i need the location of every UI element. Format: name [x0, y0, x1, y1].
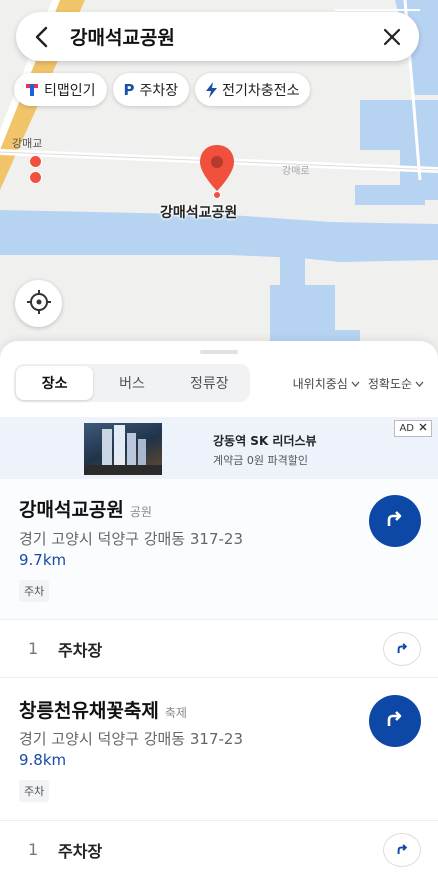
sort-accuracy-dropdown[interactable]: 정확도순 [368, 375, 424, 392]
turn-right-arrow-icon [385, 709, 405, 733]
route-button[interactable] [369, 695, 421, 747]
pin-place-label: 강매석교공원 [160, 205, 238, 221]
search-bar[interactable]: 강매석교공원 [16, 12, 419, 61]
chip-label: 티맵인기 [44, 82, 96, 99]
sort-accuracy-label: 정확도순 [367, 376, 412, 391]
result-distance: 9.7km [19, 551, 67, 569]
sort-distance-dropdown[interactable]: 내위치중심 [293, 375, 360, 392]
sub-result-label: 주차장 [58, 640, 103, 660]
results-sheet: 장소 버스 정류장 내위치중심 정확도순 강동역 SK 리더스뷰 계약금 0원 … [0, 341, 438, 891]
result-title: 창릉천유채꽃축제 [19, 700, 159, 722]
turn-right-arrow-icon [396, 841, 409, 860]
tabs-row: 장소 버스 정류장 내위치중심 정확도순 [14, 363, 424, 403]
result-tag: 주차 [19, 580, 50, 602]
result-item[interactable]: 강매석교공원 공원 경기 고양시 덕양구 강매동 317-23 9.7km 주차 [0, 479, 438, 619]
sub-result-label: 주차장 [58, 841, 103, 861]
close-icon[interactable] [419, 423, 427, 434]
close-icon[interactable] [381, 26, 403, 48]
chip-parking[interactable]: P 주차장 [112, 73, 190, 106]
lightning-icon [206, 81, 218, 98]
sub-result-row[interactable]: 1 주차장 [0, 820, 438, 878]
result-category: 축제 [164, 706, 187, 720]
sub-route-button[interactable] [383, 632, 421, 666]
ad-title: 강동역 SK 리더스뷰 [213, 434, 317, 448]
chip-tmap-popular[interactable]: 티맵인기 [14, 73, 107, 106]
map-road-label: 강매로 [282, 166, 310, 177]
sheet-grabber[interactable] [200, 350, 238, 354]
ad-badge[interactable]: AD [394, 420, 432, 437]
sub-result-number: 1 [28, 639, 39, 658]
tab-stops[interactable]: 정류장 [171, 366, 248, 400]
ad-label: AD [399, 423, 414, 434]
map-place-label: 강매교 [12, 137, 43, 150]
result-address: 경기 고양시 덕양구 강매동 317-23 [19, 530, 244, 548]
tmap-icon [25, 83, 39, 97]
crosshair-icon [26, 289, 52, 319]
route-button[interactable] [369, 495, 421, 547]
map-view[interactable]: 강매교 강매로 강매석교공원 강매석교공원 티맵인기 P 주차장 전기차충전소 [0, 0, 438, 360]
sub-result-row[interactable]: 1 주차장 [0, 619, 438, 677]
current-location-button[interactable] [15, 280, 62, 327]
ad-subtitle: 계약금 0원 파격할인 [213, 454, 308, 467]
result-name: 창릉천유채꽃축제 축제 [19, 696, 187, 723]
result-tag: 주차 [19, 780, 50, 802]
chevron-down-icon [415, 376, 424, 390]
result-category: 공원 [129, 505, 152, 519]
parking-icon: P [123, 80, 135, 99]
search-query[interactable]: 강매석교공원 [70, 23, 381, 50]
back-arrow-icon[interactable] [34, 26, 54, 48]
category-tabs: 장소 버스 정류장 [14, 364, 250, 402]
poi-marker[interactable] [29, 171, 42, 184]
sub-result-number: 1 [28, 840, 39, 859]
sort-options: 내위치중심 정확도순 [293, 375, 424, 392]
chip-label: 전기차충전소 [222, 82, 300, 99]
ad-image [84, 423, 162, 475]
location-pin-icon[interactable] [198, 143, 236, 203]
filter-chips: 티맵인기 P 주차장 전기차충전소 [14, 73, 311, 106]
poi-marker[interactable] [29, 155, 42, 168]
result-item[interactable]: 창릉천유채꽃축제 축제 경기 고양시 덕양구 강매동 317-23 9.8km 주… [0, 678, 438, 818]
chip-label: 주차장 [139, 82, 179, 99]
tab-bus[interactable]: 버스 [93, 366, 170, 400]
chip-ev-charging[interactable]: 전기차충전소 [195, 73, 311, 106]
sub-route-button[interactable] [383, 833, 421, 867]
tab-places[interactable]: 장소 [16, 366, 94, 400]
turn-right-arrow-icon [396, 640, 409, 659]
result-address: 경기 고양시 덕양구 강매동 317-23 [19, 730, 244, 748]
turn-right-arrow-icon [385, 509, 405, 533]
result-distance: 9.8km [19, 751, 67, 769]
result-name: 강매석교공원 공원 [19, 495, 152, 522]
ad-banner[interactable]: 강동역 SK 리더스뷰 계약금 0원 파격할인 AD [0, 417, 438, 479]
result-title: 강매석교공원 [19, 499, 124, 521]
sort-distance-label: 내위치중심 [292, 376, 348, 391]
chevron-down-icon [351, 376, 360, 390]
